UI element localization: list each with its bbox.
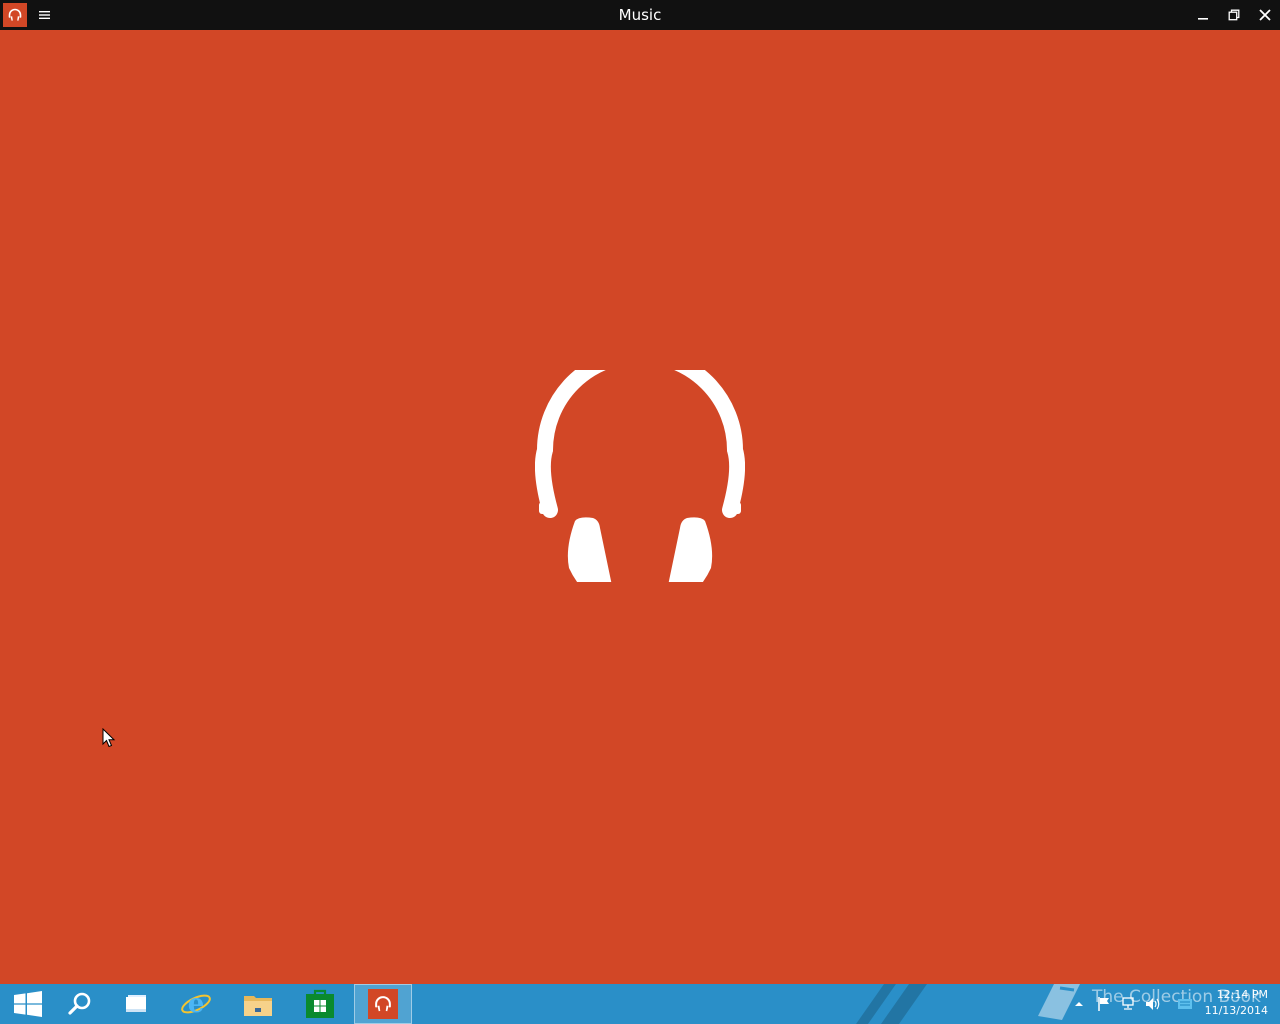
taskbar: e The Collection Book 12:14 PM 11/13/201… <box>0 984 1280 1024</box>
internet-explorer-button[interactable]: e <box>168 984 224 1024</box>
mouse-cursor-icon <box>102 728 116 748</box>
clock-date: 11/13/2014 <box>1204 1004 1268 1017</box>
search-button[interactable] <box>52 984 108 1024</box>
maximize-icon <box>1228 9 1239 21</box>
show-hidden-icons-button[interactable] <box>1072 984 1086 1024</box>
clock-time: 12:14 PM <box>1216 988 1268 1001</box>
task-view-icon <box>126 995 146 1012</box>
action-center-flag-icon <box>1098 997 1109 1011</box>
volume-icon <box>1146 998 1160 1010</box>
svg-text:e: e <box>188 989 205 1019</box>
volume-button[interactable] <box>1142 984 1164 1024</box>
minimize-icon <box>1197 18 1208 20</box>
headphones-icon <box>535 370 745 582</box>
store-button[interactable] <box>292 984 348 1024</box>
close-icon <box>1258 9 1271 21</box>
search-icon <box>68 992 91 1015</box>
network-button[interactable] <box>1118 984 1140 1024</box>
title-bar: Music <box>0 0 1280 30</box>
close-button[interactable] <box>1249 0 1280 30</box>
file-explorer-button[interactable] <box>230 984 286 1024</box>
window-title: Music <box>618 6 662 24</box>
internet-explorer-icon: e <box>181 989 211 1019</box>
maximize-button[interactable] <box>1218 0 1249 30</box>
network-icon <box>1122 997 1134 1010</box>
hamburger-icon <box>39 11 50 19</box>
music-button[interactable] <box>354 984 412 1024</box>
action-center-button[interactable] <box>1094 984 1114 1024</box>
store-icon <box>306 989 334 1018</box>
start-button[interactable] <box>0 984 56 1024</box>
minimize-button[interactable] <box>1187 0 1218 30</box>
keyboard-button[interactable] <box>1174 984 1196 1024</box>
headphones-icon <box>375 996 391 1012</box>
headphones-icon <box>8 8 22 21</box>
show-hidden-icon <box>1075 1002 1083 1006</box>
app-icon[interactable] <box>3 3 27 27</box>
clock[interactable]: 12:14 PM 11/13/2014 <box>1198 987 1268 1023</box>
keyboard-icon <box>1178 999 1192 1009</box>
windows-logo-icon <box>14 991 42 1017</box>
menu-button[interactable] <box>34 5 56 25</box>
folder-icon <box>244 996 272 1016</box>
task-view-button[interactable] <box>108 984 164 1024</box>
music-app-tile <box>368 989 398 1019</box>
